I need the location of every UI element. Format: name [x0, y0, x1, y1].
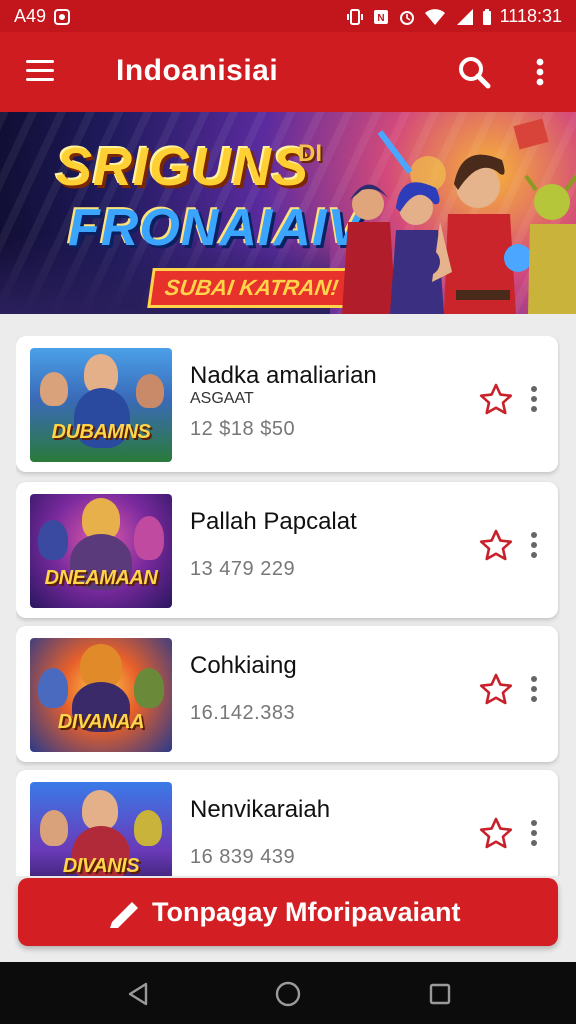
notification-icon: [54, 8, 71, 25]
alarm-icon: [399, 10, 414, 25]
wifi-icon: [424, 8, 445, 25]
system-nav-bar: [0, 962, 576, 1024]
star-icon[interactable]: [478, 816, 514, 852]
game-title: Pallah Papcalat: [190, 508, 357, 535]
primary-action-button[interactable]: Tonpagay Mforipavaiant: [18, 878, 558, 946]
menu-icon[interactable]: [22, 54, 58, 90]
thumbnail-logo: DNEAMAAN: [44, 567, 158, 589]
game-title: Nadka amaliarian: [190, 362, 377, 389]
list-item[interactable]: DIVANIS Nenvikaraiah 16 839 439: [16, 770, 558, 876]
more-options-icon[interactable]: [526, 382, 542, 418]
game-thumbnail: DIVANAA: [30, 638, 172, 752]
home-icon[interactable]: [274, 980, 302, 1008]
game-list[interactable]: DUBAMNS Nadka amaliarian ASGAAT 12 $18 $…: [16, 336, 560, 876]
battery-icon: [482, 8, 491, 25]
game-stats: 16 839 439: [190, 846, 296, 868]
app-title: Indoanisiai: [116, 54, 279, 87]
list-item[interactable]: DNEAMAAN Pallah Papcalat 13 479 229: [16, 482, 558, 618]
status-bar: A49 N 1118:31: [0, 0, 576, 32]
thumbnail-logo: DIVANAA: [57, 711, 145, 733]
app-bar: Indoanisiai: [0, 32, 576, 112]
svg-text:N: N: [377, 13, 384, 24]
star-icon[interactable]: [478, 382, 514, 418]
thumbnail-logo: DUBAMNS: [51, 421, 151, 443]
game-stats: 12 $18 $50: [190, 418, 296, 440]
game-title: Nenvikaraiah: [190, 796, 331, 823]
thumbnail-logo: DIVANIS: [62, 855, 140, 876]
banner-title-badge: DI: [298, 140, 322, 167]
game-thumbnail: DIVANIS: [30, 782, 172, 876]
pencil-icon: [110, 902, 138, 928]
list-item[interactable]: DUBAMNS Nadka amaliarian ASGAAT 12 $18 $…: [16, 336, 558, 472]
game-stats: 13 479 229: [190, 558, 296, 580]
list-item[interactable]: DIVANAA Cohkiaing 16.142.383: [16, 626, 558, 762]
vibrate-icon: [346, 8, 363, 25]
star-icon[interactable]: [478, 528, 514, 564]
more-options-icon[interactable]: [526, 528, 542, 564]
back-icon[interactable]: [124, 980, 152, 1008]
promo-banner[interactable]: SRIGUNS DI FRONAIAIV SUBAI KATRAN!: [0, 112, 576, 314]
signal-icon: [456, 8, 473, 25]
game-thumbnail: DNEAMAAN: [30, 494, 172, 608]
more-options-icon[interactable]: [526, 816, 542, 852]
banner-title-line2: FRONAIAIV: [68, 199, 363, 257]
nfc-icon: N: [373, 9, 388, 24]
banner-title-line1: SRIGUNS: [56, 137, 310, 197]
game-title: Cohkiaing: [190, 652, 297, 679]
banner-heroes-illustration: [342, 118, 576, 314]
star-icon[interactable]: [478, 672, 514, 708]
more-vert-icon[interactable]: [526, 52, 554, 92]
status-time: 1118:31: [499, 6, 562, 26]
banner-tagline: SUBAI KATRAN!: [147, 268, 356, 308]
game-stats: 16.142.383: [190, 702, 296, 724]
game-subtitle: ASGAAT: [190, 390, 254, 407]
search-icon[interactable]: [454, 52, 494, 92]
more-options-icon[interactable]: [526, 672, 542, 708]
recents-icon[interactable]: [426, 980, 454, 1008]
primary-action-label: Tonpagay Mforipavaiant: [152, 897, 461, 927]
status-left-text: A49: [14, 6, 47, 26]
game-thumbnail: DUBAMNS: [30, 348, 172, 462]
